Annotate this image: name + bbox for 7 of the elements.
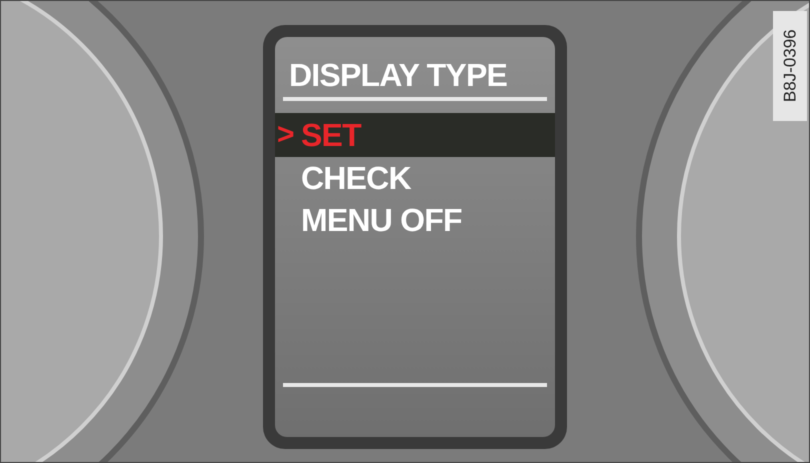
cursor-icon: > bbox=[277, 120, 301, 150]
menu-item-label: SET bbox=[301, 119, 361, 151]
display-title: DISPLAY TYPE bbox=[288, 59, 508, 91]
menu-item[interactable]: > SET bbox=[275, 113, 555, 157]
figure-code: B8J-0396 bbox=[779, 30, 800, 102]
menu-item[interactable]: MENU OFF bbox=[275, 199, 555, 241]
menu-item[interactable]: CHECK bbox=[275, 157, 555, 199]
